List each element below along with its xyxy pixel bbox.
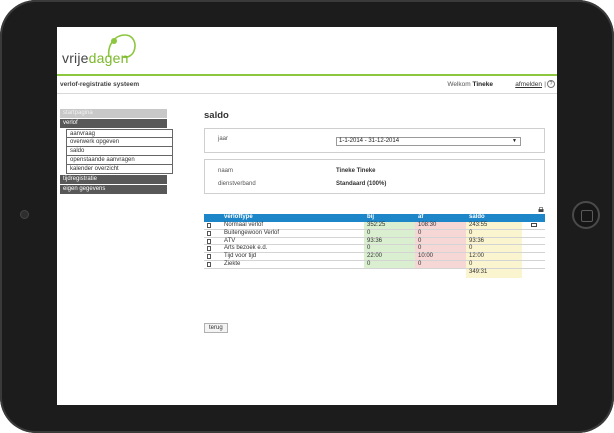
row-af: 108:30 (415, 222, 466, 229)
saldo-table: verloftype bij af saldo Normaal verlof 3… (204, 214, 545, 278)
saldo-total: 349:31 (466, 268, 522, 278)
row-type: ATV (224, 237, 236, 244)
table-row: Buitengewoon Verlof 0 0 0 (204, 229, 545, 238)
table-total-row: 349:31 (204, 268, 545, 278)
home-button[interactable] (572, 201, 600, 229)
sidebar-subitem-saldo[interactable]: saldo (66, 147, 173, 156)
table-row: Normaal verlof 352:25 108:30 243:55 (204, 222, 545, 230)
document-icon[interactable] (204, 253, 221, 260)
year-select-value: 1-1-2014 - 31-12-2014 (339, 138, 400, 144)
name-label: naam (218, 168, 234, 174)
app-screen: vrijedagen verlof-registratie systeem We… (57, 27, 557, 405)
row-af: 0 (415, 237, 466, 245)
table-row: Tijd voor tijd 22:00 10:00 12:00 (204, 253, 545, 261)
document-icon[interactable] (204, 245, 221, 252)
sidebar-item-tijdregistratie[interactable]: tijdregistratie (60, 175, 167, 184)
user-name: Tineke (472, 81, 493, 88)
year-panel: jaar 1-1-2014 - 31-12-2014 ▼ (204, 128, 545, 153)
system-title: verlof-registratie systeem (60, 81, 140, 88)
employment-label: dienstverband (218, 181, 256, 187)
document-icon[interactable] (204, 261, 221, 268)
name-value: Tineke Tineke (336, 168, 376, 174)
welcome-prefix: Welkom (447, 81, 471, 88)
sidebar-item-verlof[interactable]: verlof (60, 119, 167, 128)
row-bij: 93:36 (364, 237, 415, 245)
row-af: 0 (415, 260, 466, 268)
table-row: ATV 93:36 0 93:36 (204, 237, 545, 246)
header-spacer (204, 214, 221, 222)
row-saldo: 243:55 (466, 222, 522, 229)
table-row: Ziekte 0 0 0 (204, 260, 545, 269)
top-bar: verlof-registratie systeem Welkom Tineke… (57, 76, 557, 94)
row-type: Arts bezoek e.d. (224, 245, 268, 252)
table-header: verloftype bij af saldo (204, 214, 545, 222)
document-icon[interactable] (204, 222, 221, 229)
topbar-separator: | (544, 81, 546, 88)
table-row: Arts bezoek e.d. 0 0 0 (204, 245, 545, 254)
row-bij: 0 (364, 245, 415, 253)
employee-panel: naam Tineke Tineke dienstverband Standaa… (204, 159, 545, 194)
employment-value: Standaard (100%) (336, 181, 387, 187)
camera-dot (20, 210, 29, 219)
tablet-frame: vrijedagen verlof-registratie systeem We… (0, 0, 614, 433)
column-header-saldo: saldo (469, 214, 485, 220)
help-icon[interactable]: ? (547, 80, 555, 88)
column-header-verloftype: verloftype (224, 214, 253, 220)
row-af: 10:00 (415, 253, 466, 260)
sidebar: startpagina verlof aanvraag overwerk opg… (60, 109, 173, 195)
logo-word-2: dagen (88, 50, 129, 66)
row-saldo: 0 (466, 229, 522, 237)
row-type: Tijd voor tijd (224, 253, 257, 260)
row-bij: 0 (364, 229, 415, 237)
row-af: 0 (415, 229, 466, 237)
document-icon[interactable] (204, 238, 221, 245)
row-type: Ziekte (224, 260, 241, 267)
page-title: saldo (204, 110, 229, 121)
logo-word-1: vrije (62, 50, 89, 66)
details-icon[interactable] (522, 222, 545, 229)
row-saldo: 12:00 (466, 253, 522, 260)
sidebar-item-startpagina[interactable]: startpagina (60, 109, 167, 118)
sidebar-item-eigen-gegevens[interactable]: eigen gegevens (60, 185, 167, 194)
year-label: jaar (218, 136, 229, 142)
sidebar-subitem-aanvraag[interactable]: aanvraag (66, 129, 173, 138)
sidebar-subitem-kalender[interactable]: kalender overzicht (66, 165, 173, 174)
logout-link[interactable]: afmelden (515, 81, 542, 88)
row-saldo: 0 (466, 260, 522, 268)
print-icon[interactable] (538, 207, 544, 213)
row-bij: 0 (364, 260, 415, 268)
document-icon[interactable] (204, 230, 221, 237)
logo[interactable]: vrijedagen (62, 50, 129, 66)
row-type: Normaal verlof (224, 222, 264, 228)
row-type: Buitengewoon Verlof (224, 229, 280, 236)
column-header-af: af (418, 214, 424, 220)
row-bij: 352:25 (364, 222, 415, 229)
row-saldo: 93:36 (466, 237, 522, 245)
year-select[interactable]: 1-1-2014 - 31-12-2014 ▼ (336, 137, 521, 146)
sidebar-subitem-overwerk[interactable]: overwerk opgeven (66, 138, 173, 147)
back-button[interactable]: terug (204, 323, 228, 333)
column-header-bij: bij (367, 214, 374, 220)
welcome-text: Welkom Tineke (447, 81, 493, 88)
sidebar-subitem-openstaande[interactable]: openstaande aanvragen (66, 156, 173, 165)
row-bij: 22:00 (364, 253, 415, 260)
chevron-down-icon: ▼ (512, 138, 517, 144)
row-saldo: 0 (466, 245, 522, 253)
header: vrijedagen (57, 27, 557, 75)
row-af: 0 (415, 245, 466, 253)
